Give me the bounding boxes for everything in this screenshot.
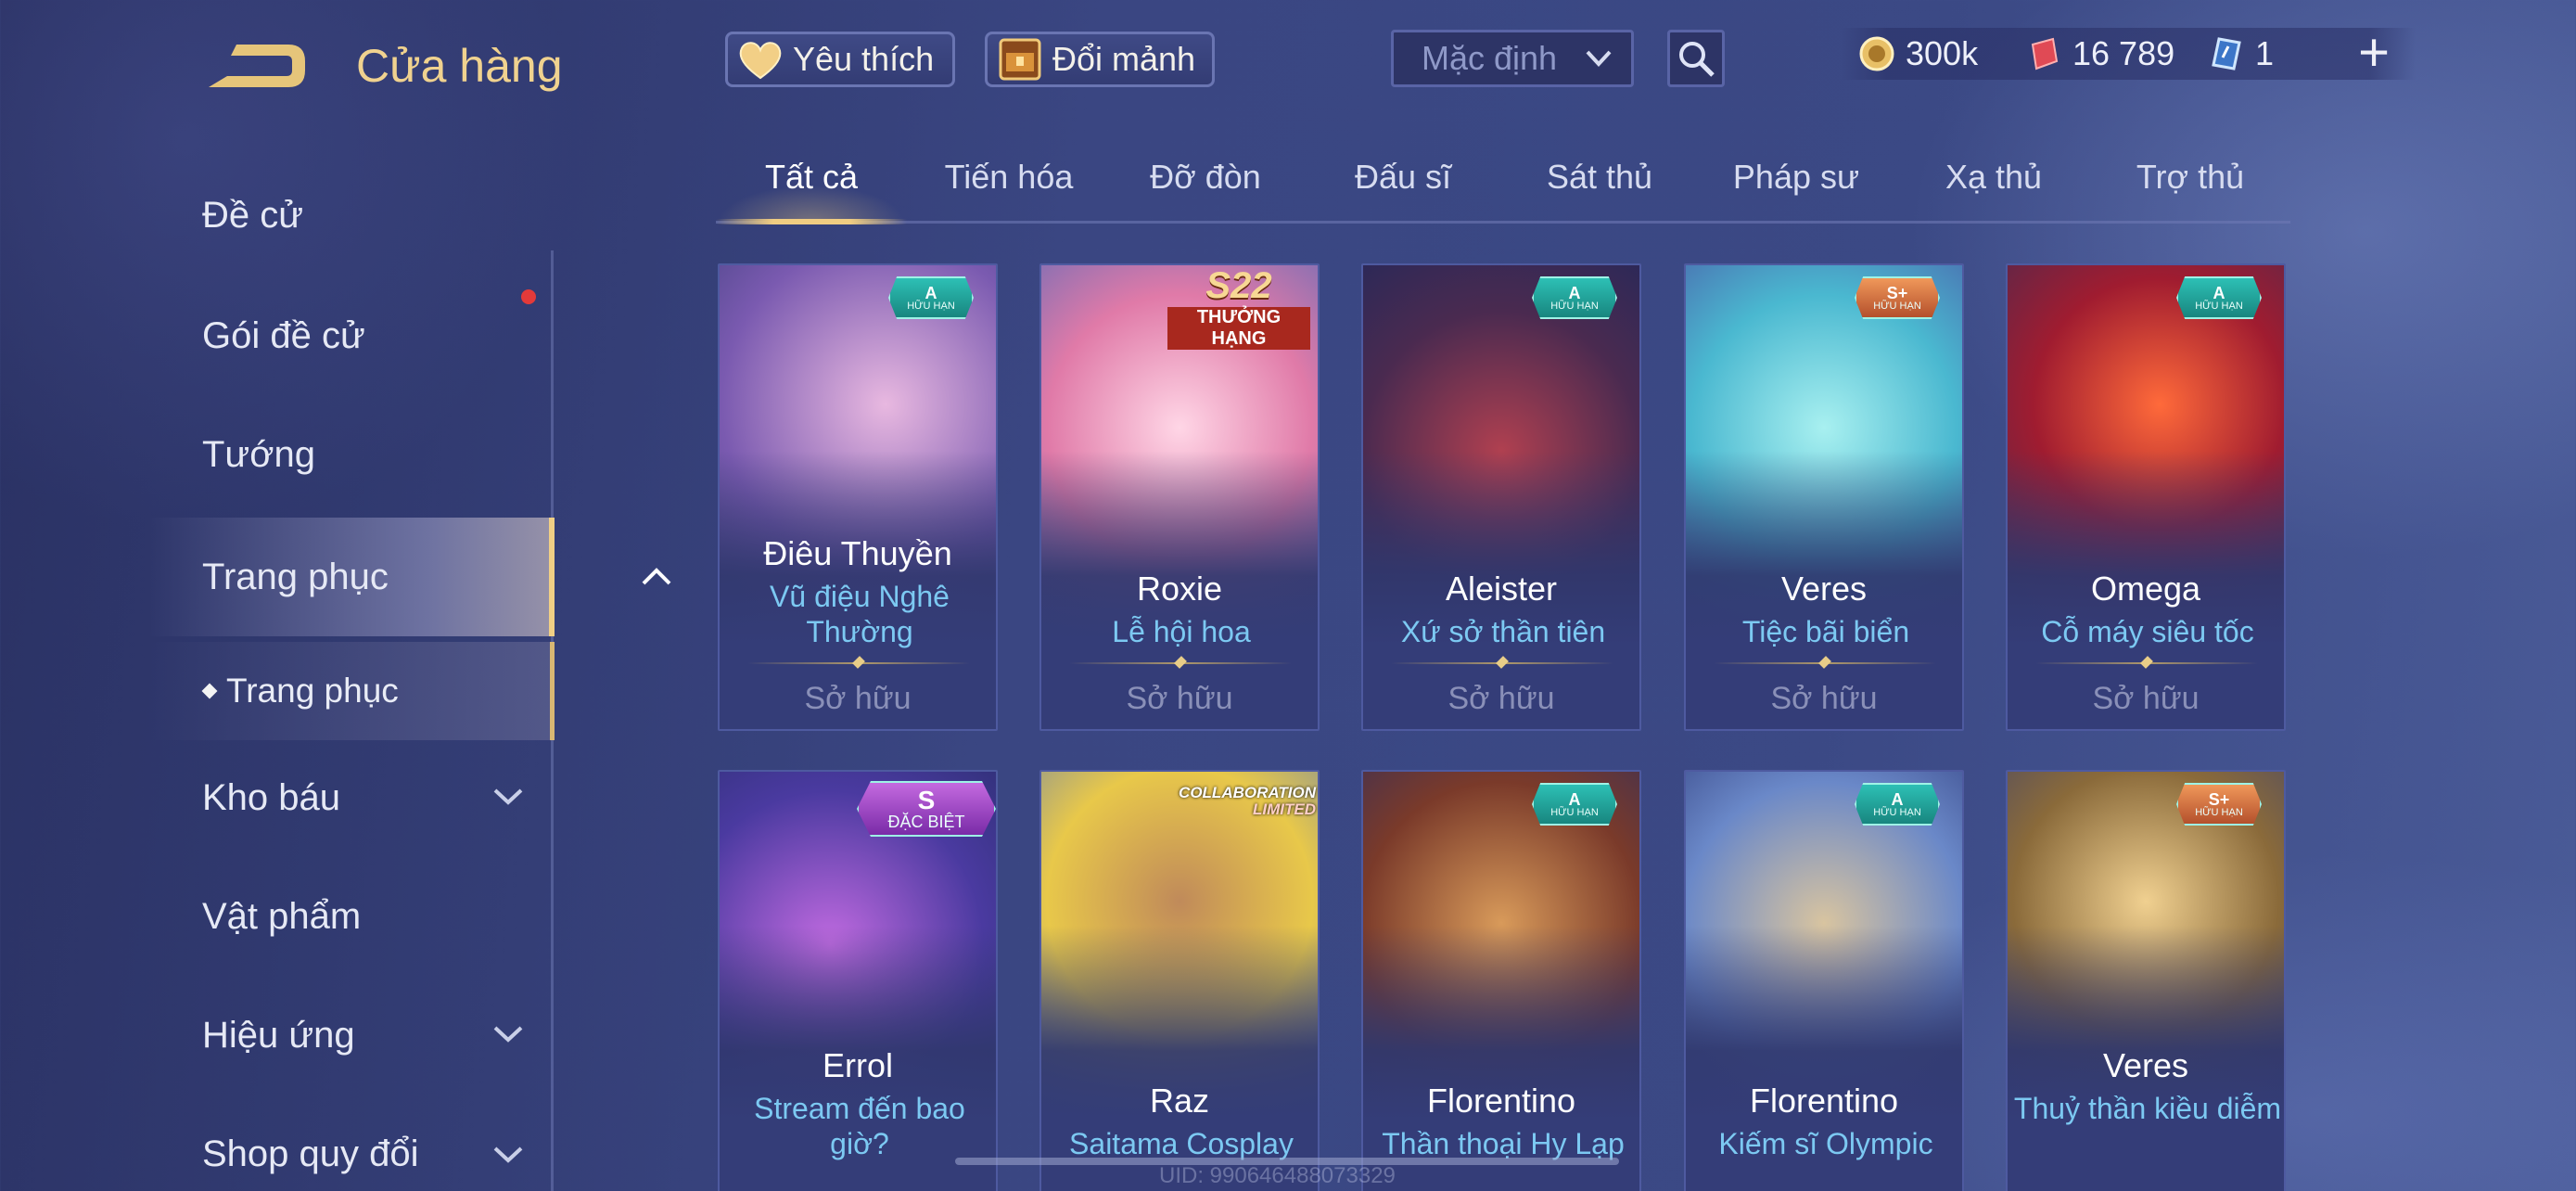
chevron-up-icon	[642, 568, 671, 585]
skin-card[interactable]: A HỮU HẠN Florentino Kiếm sĩ Olympic	[1684, 770, 1964, 1191]
favorite-button[interactable]: Yêu thích	[725, 32, 955, 87]
hero-name: Raz	[1149, 1082, 1210, 1120]
role-tabs: Tất cả Tiến hóa Đỡ đòn Đấu sĩ Sát thủ Ph…	[716, 158, 2290, 224]
notification-dot	[521, 289, 536, 304]
search-icon	[1679, 42, 1715, 77]
card-currency: 1	[2207, 34, 2274, 73]
season-badge: S22 THƯỞNG HẠNG	[1160, 265, 1318, 350]
tab-support[interactable]: Trợ thủ	[2098, 158, 2283, 197]
skin-name: Cỗ máy siêu tốc	[2041, 615, 2254, 648]
treasure-chest-icon	[997, 36, 1043, 83]
tab-evolution[interactable]: Tiến hóa	[916, 158, 1102, 197]
voucher-value: 16 789	[2072, 34, 2175, 72]
tab-fighter[interactable]: Đấu sĩ	[1310, 158, 1496, 197]
rarity-badge: S ĐẶC BIỆT	[857, 781, 996, 837]
skin-card[interactable]: S22 THƯỞNG HẠNG Roxie Lễ hội hoa Sở hữu	[1039, 263, 1320, 731]
sidebar-subitem-label: Trang phục	[226, 672, 399, 710]
rarity-badge: S+ HỮU HẠN	[2176, 783, 2262, 826]
shard-exchange-button[interactable]: Đổi mảnh	[985, 32, 1215, 87]
skin-card[interactable]: COLLABORATION LIMITED Raz Saitama Cosplay	[1039, 770, 1320, 1191]
gold-value: 300k	[1906, 34, 1979, 72]
tab-all[interactable]: Tất cả	[719, 158, 904, 197]
voucher-currency: 16 789	[2024, 34, 2174, 73]
skin-card[interactable]: S+ HỮU HẠN Veres Thuỷ thần kiều diễm	[2006, 770, 2286, 1191]
rarity-badge: A HỮU HẠN	[888, 276, 974, 319]
rarity-badge: A HỮU HẠN	[1855, 783, 1940, 826]
chevron-down-icon	[493, 1146, 523, 1163]
skin-card[interactable]: S ĐẶC BIỆT Errol Stream đến bao giờ?	[718, 770, 998, 1191]
hero-name: Veres	[1780, 570, 1868, 608]
back-button[interactable]	[199, 39, 311, 96]
currency-bar: 300k 16 789 1	[1841, 28, 2416, 80]
user-id: UID: 990646488073329	[1159, 1163, 1396, 1188]
red-voucher-icon	[2024, 34, 2063, 73]
hero-name: Roxie	[1136, 570, 1223, 608]
chevron-down-icon	[493, 1026, 523, 1043]
hero-name: Điêu Thuyền	[763, 534, 952, 572]
page-title: Cửa hàng	[356, 40, 563, 92]
sidebar-item-exchange-shop[interactable]: Shop quy đổi	[202, 1133, 419, 1175]
hero-name: Veres	[2102, 1046, 2189, 1084]
sort-value: Mặc định	[1422, 39, 1558, 77]
skin-name: Stream đến bao giờ?	[754, 1092, 965, 1160]
sidebar-item-heroes[interactable]: Tướng	[202, 434, 315, 476]
card-value: 1	[2255, 34, 2275, 72]
sidebar-item-effects[interactable]: Hiệu ứng	[202, 1015, 355, 1057]
sidebar-subitem-skins[interactable]: Trang phục	[148, 642, 555, 740]
hero-name: Aleister	[1445, 570, 1558, 608]
gold-coin-icon	[1857, 34, 1896, 73]
sort-dropdown[interactable]: Mặc định	[1391, 30, 1634, 87]
sidebar-item-recommended[interactable]: Đề cử	[202, 195, 303, 237]
tab-mage[interactable]: Pháp sư	[1703, 158, 1889, 197]
owned-status: Sở hữu	[1126, 681, 1233, 716]
rarity-badge: A HỮU HẠN	[2176, 276, 2262, 319]
collaboration-badge: COLLABORATION LIMITED	[1179, 784, 1316, 818]
skin-card[interactable]: A HỮU HẠN Điêu Thuyền Vũ điệu Nghê Thường…	[718, 263, 998, 731]
chevron-down-icon	[493, 788, 523, 805]
skin-name: Thuỷ thần kiều diễm	[2013, 1092, 2282, 1125]
add-currency-button[interactable]: +	[2351, 26, 2397, 80]
sidebar-item-label: Trang phục	[202, 556, 389, 597]
rarity-badge: A HỮU HẠN	[1532, 276, 1617, 319]
skin-name: Vũ điệu Nghê Thường	[770, 580, 950, 648]
sidebar-item-treasure[interactable]: Kho báu	[202, 777, 340, 819]
gold-currency: 300k	[1857, 34, 1978, 73]
skin-name: Kiếm sĩ Olympic	[1718, 1127, 1933, 1160]
rarity-badge: S+ HỮU HẠN	[1855, 276, 1940, 319]
sidebar-item-skins[interactable]: Trang phục	[148, 518, 671, 636]
hero-name: Florentino	[1749, 1082, 1899, 1120]
hero-name: Omega	[2090, 570, 2201, 608]
tab-assassin[interactable]: Sát thủ	[1507, 158, 1692, 197]
tab-marksman[interactable]: Xạ thủ	[1901, 158, 2086, 197]
owned-status: Sở hữu	[1447, 681, 1555, 716]
skin-card[interactable]: S+ HỮU HẠN Veres Tiệc bãi biển Sở hữu	[1684, 263, 1964, 731]
skin-name: Saitama Cosplay	[1069, 1127, 1294, 1160]
skin-name: Thần thoại Hy Lạp	[1382, 1127, 1625, 1160]
skin-name: Lễ hội hoa	[1112, 615, 1251, 648]
hero-name: Errol	[822, 1046, 893, 1084]
skin-card[interactable]: A HỮU HẠN Florentino Thần thoại Hy Lạp	[1361, 770, 1641, 1191]
tab-tank[interactable]: Đỡ đòn	[1113, 158, 1298, 197]
shard-exchange-label: Đổi mảnh	[1052, 40, 1196, 78]
back-arrow-icon	[209, 45, 305, 87]
skin-card[interactable]: A HỮU HẠN Omega Cỗ máy siêu tốc Sở hữu	[2006, 263, 2286, 731]
owned-status: Sở hữu	[2092, 681, 2200, 716]
blue-card-icon	[2207, 34, 2246, 73]
skin-name: Xứ sở thần tiên	[1400, 615, 1606, 648]
active-tab-underline	[716, 219, 907, 224]
chevron-down-icon	[1586, 50, 1612, 67]
favorite-label: Yêu thích	[793, 40, 935, 78]
diamond-bullet-icon	[201, 683, 218, 699]
sidebar-item-recommended-packs[interactable]: Gói đề cử	[202, 315, 365, 357]
skin-card[interactable]: A HỮU HẠN Aleister Xứ sở thần tiên Sở hữu	[1361, 263, 1641, 731]
heart-icon	[737, 36, 784, 83]
search-button[interactable]	[1667, 30, 1725, 87]
owned-status: Sở hữu	[804, 681, 912, 716]
owned-status: Sở hữu	[1770, 681, 1878, 716]
skin-name: Tiệc bãi biển	[1741, 615, 1910, 648]
hero-name: Florentino	[1426, 1082, 1576, 1120]
rarity-badge: A HỮU HẠN	[1532, 783, 1617, 826]
sidebar-item-items[interactable]: Vật phẩm	[202, 896, 361, 938]
